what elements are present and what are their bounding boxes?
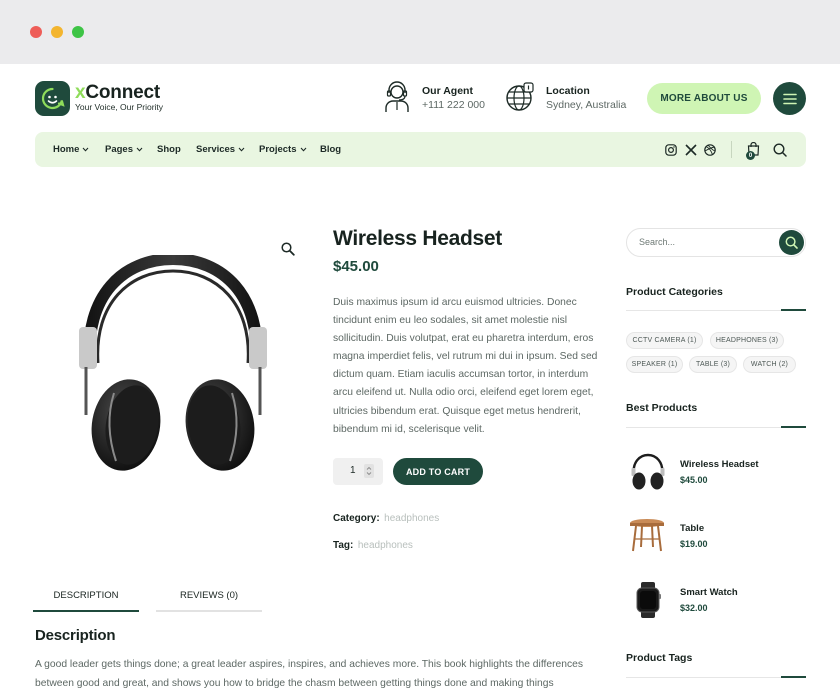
nav-item-projects[interactable]: Projects xyxy=(259,144,307,155)
spinner-arrows-icon xyxy=(366,466,372,476)
nav-item-shop[interactable]: Shop xyxy=(157,144,181,155)
quantity-value[interactable]: 1 xyxy=(350,465,356,476)
chevron-down-icon xyxy=(300,147,306,152)
tag-link[interactable]: headphones xyxy=(358,540,413,551)
brand-name[interactable]: xConnect xyxy=(75,82,160,104)
product-tag: Tag: headphones xyxy=(333,535,413,553)
tag-label: Tag: xyxy=(333,540,354,551)
category-chip-cctv[interactable]: CCTV CAMERA (1) xyxy=(626,332,703,349)
categories-heading: Product Categories xyxy=(626,286,723,298)
tab-description[interactable]: DESCRIPTION xyxy=(33,590,139,601)
product-title: Wireless Headset xyxy=(333,227,502,250)
category-chip-speaker[interactable]: SPEAKER (1) xyxy=(626,356,683,373)
nav-item-home[interactable]: Home xyxy=(53,144,89,155)
quantity-spinner[interactable] xyxy=(364,464,374,478)
chevron-down-icon xyxy=(136,147,143,152)
product-short-description: Duis maximus ipsum id arcu euismod ultri… xyxy=(333,297,598,435)
product-tags-divider xyxy=(626,677,806,678)
nav-item-label: Projects xyxy=(259,144,297,155)
categories-divider xyxy=(626,310,806,311)
category-chip-table[interactable]: TABLE (3) xyxy=(689,356,737,373)
product-category: Category: headphones xyxy=(333,508,439,526)
category-chip-watch[interactable]: WATCH (2) xyxy=(743,356,796,373)
best-product-thumb-headset[interactable] xyxy=(630,453,666,496)
nav-item-pages[interactable]: Pages xyxy=(105,144,143,155)
brand-name-rest: Connect xyxy=(85,82,160,103)
best-product-price: $32.00 xyxy=(680,603,708,613)
chevron-down-icon xyxy=(238,147,245,152)
categories-accent xyxy=(781,309,806,311)
search-placeholder[interactable]: Search... xyxy=(639,237,675,247)
chevron-down-icon xyxy=(83,147,89,152)
best-product-name[interactable]: Wireless Headset xyxy=(680,459,759,470)
best-products-divider xyxy=(626,427,806,428)
maximize-window-dot[interactable] xyxy=(72,26,84,38)
best-product-thumb-table[interactable] xyxy=(628,517,666,558)
best-product-name[interactable]: Table xyxy=(680,523,704,534)
tab-description-underline xyxy=(33,610,139,612)
product-tags-heading: Product Tags xyxy=(626,652,693,664)
nav-item-label: Blog xyxy=(320,144,342,155)
product-price: $45.00 xyxy=(333,258,379,275)
category-chip-headphones[interactable]: HEADPHONES (3) xyxy=(710,332,784,349)
best-product-price: $19.00 xyxy=(680,539,708,549)
agent-phone[interactable]: +111 222 000 xyxy=(422,99,485,111)
logo-icon[interactable] xyxy=(35,81,70,116)
tab-reviews-underline xyxy=(156,610,262,612)
instagram-icon[interactable] xyxy=(665,143,677,161)
zoom-icon[interactable] xyxy=(281,242,295,256)
hamburger-icon[interactable] xyxy=(773,82,806,115)
quantity-stepper[interactable] xyxy=(333,458,383,485)
minimize-window-dot[interactable] xyxy=(51,26,63,38)
description-heading: Description xyxy=(35,627,116,644)
close-window-dot[interactable] xyxy=(30,26,42,38)
dribbble-icon[interactable] xyxy=(704,143,716,161)
best-products-heading: Best Products xyxy=(626,402,698,414)
best-products-accent xyxy=(781,426,806,428)
description-text: A good leader gets things done; a great … xyxy=(35,659,583,689)
nav-item-label: Pages xyxy=(105,144,133,155)
add-to-cart-button[interactable]: ADD TO CART xyxy=(393,458,483,485)
globe-icon xyxy=(505,81,537,118)
category-label: Category: xyxy=(333,513,380,524)
best-product-name[interactable]: Smart Watch xyxy=(680,587,738,598)
search-icon xyxy=(785,236,798,249)
browser-chrome xyxy=(0,0,840,64)
best-product-price: $45.00 xyxy=(680,475,708,485)
x-icon[interactable] xyxy=(685,143,697,161)
nav-item-blog[interactable]: Blog xyxy=(320,144,341,155)
category-link[interactable]: headphones xyxy=(384,513,439,524)
agent-headset-icon xyxy=(382,80,412,119)
product-tags-accent xyxy=(781,676,806,678)
search-submit-button[interactable] xyxy=(779,230,804,255)
nav-item-label: Services xyxy=(196,144,236,155)
best-product-thumb-watch[interactable] xyxy=(634,582,662,623)
nav-item-label: Shop xyxy=(157,144,181,155)
tab-reviews[interactable]: REVIEWS (0) xyxy=(156,590,262,601)
nav-item-label: Home xyxy=(53,144,80,155)
more-about-us-button[interactable]: MORE ABOUT US xyxy=(647,83,761,114)
search-icon[interactable] xyxy=(773,143,787,162)
brand-tagline: Your Voice, Our Priority xyxy=(75,102,164,112)
cart-count-badge: 0 xyxy=(746,151,755,160)
nav-item-services[interactable]: Services xyxy=(196,144,245,155)
product-image[interactable] xyxy=(74,252,272,478)
location-value: Sydney, Australia xyxy=(546,99,627,111)
agent-title: Our Agent xyxy=(422,85,473,97)
nav-divider xyxy=(731,141,732,158)
location-title: Location xyxy=(546,85,590,97)
brand-name-prefix: x xyxy=(75,82,86,103)
